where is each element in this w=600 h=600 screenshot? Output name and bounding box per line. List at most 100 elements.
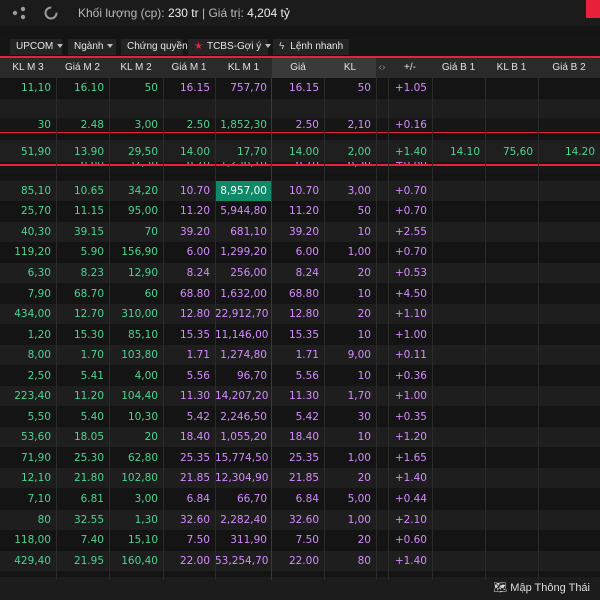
table-cell[interactable]: 39.15 [56, 222, 109, 242]
table-cell[interactable] [376, 530, 388, 550]
table-cell[interactable]: 1,299,20 [215, 242, 272, 262]
table-cell[interactable]: 22,912,70 [215, 304, 272, 324]
table-cell[interactable]: 10 [324, 325, 376, 345]
table-cell[interactable]: 14,207,20 [215, 386, 272, 406]
table-cell[interactable]: 66,70 [215, 489, 272, 509]
column-header[interactable]: Giá M 1 [163, 58, 215, 78]
table-cell[interactable]: 30 [324, 407, 376, 427]
table-cell[interactable] [376, 99, 388, 119]
table-cell[interactable]: 11.30 [163, 386, 215, 406]
table-cell[interactable]: +1.40 [388, 142, 432, 162]
table-cell[interactable]: 1,20 [0, 325, 56, 345]
table-cell[interactable]: +0.70 [388, 242, 432, 262]
table-cell[interactable]: +0.35 [388, 407, 432, 427]
notification-badge[interactable] [586, 0, 600, 18]
table-cell[interactable]: 1,70 [324, 386, 376, 406]
table-cell[interactable]: +1.00 [388, 386, 432, 406]
table-cell[interactable]: 11,10 [0, 78, 56, 98]
table-cell[interactable]: 21.85 [163, 468, 215, 488]
table-cell[interactable]: 8,00 [0, 345, 56, 365]
table-cell[interactable]: 80 [0, 510, 56, 530]
table-cell[interactable] [376, 551, 388, 571]
table-cell[interactable]: +1.05 [388, 78, 432, 98]
table-cell[interactable]: 10 [324, 427, 376, 447]
table-cell[interactable]: 12.80 [272, 304, 324, 324]
share-icon[interactable] [10, 4, 28, 22]
column-header[interactable]: KL M 3 [0, 58, 56, 78]
table-cell[interactable]: 71,90 [0, 448, 56, 468]
table-cell[interactable]: 20 [324, 304, 376, 324]
table-cell[interactable]: 18.40 [272, 427, 324, 447]
table-row[interactable]: 30 2.48 3,00 2.50 1,852,30 2.50 2,10 +0.16 [0, 118, 600, 132]
table-cell[interactable]: +0.11 [388, 345, 432, 365]
table-cell[interactable]: 2,50 [0, 366, 56, 386]
table-cell[interactable]: 37,30 [109, 160, 163, 174]
table-cell[interactable]: +2.10 [388, 510, 432, 530]
table-cell[interactable]: 20 [109, 427, 163, 447]
table-cell[interactable]: 15,774,50 [215, 448, 272, 468]
table-cell[interactable]: 118,00 [0, 530, 56, 550]
table-cell[interactable]: 223,40 [0, 386, 56, 406]
table-row[interactable]: 53,60 18.05 20 18.40 1,055,20 18.40 10 +1.20 [0, 427, 600, 448]
table-cell[interactable]: 434,00 [0, 304, 56, 324]
table-cell[interactable] [376, 510, 388, 530]
table-cell[interactable]: 10.70 [272, 181, 324, 201]
table-cell[interactable]: 53,60 [0, 427, 56, 447]
table-cell[interactable]: 5.42 [272, 407, 324, 427]
table-cell[interactable]: 11.15 [56, 201, 109, 221]
table-row[interactable]: 11,10 16.10 50 16.15 757,70 16.15 50 +1.05 [0, 78, 600, 98]
warrant-tab[interactable]: Chứng quyền [121, 39, 188, 55]
table-cell[interactable]: 1.71 [163, 345, 215, 365]
table-cell[interactable] [538, 160, 600, 174]
table-cell[interactable] [376, 201, 388, 221]
table-cell[interactable]: 8,957,00 [215, 180, 272, 201]
table-cell[interactable]: 1,00 [324, 448, 376, 468]
table-cell[interactable]: 25.35 [272, 448, 324, 468]
table-cell[interactable]: 22.00 [272, 551, 324, 571]
map-button[interactable]: 🗺 Mập Thông Thái [493, 581, 590, 594]
table-cell[interactable] [376, 427, 388, 447]
table-cell[interactable]: 10.70 [163, 181, 215, 201]
table-cell[interactable] [376, 78, 388, 98]
pinned-row[interactable]: 51,90 13.90 29,50 14.00 17,70 14.00 2,00 +1.40 1… [0, 142, 600, 162]
table-cell[interactable]: 68.80 [163, 284, 215, 304]
table-row[interactable]: 118,00 7.40 15,10 7.50 311,90 7.50 20 +0.60 [0, 530, 600, 550]
table-cell[interactable]: 7.50 [163, 530, 215, 550]
table-cell[interactable]: 2.50 [163, 118, 215, 132]
table-cell[interactable]: 429,40 [0, 551, 56, 571]
table-row[interactable]: 71,90 25.30 62,80 25.35 15,774,50 25.35 1,00 +1… [0, 448, 600, 468]
table-cell[interactable]: 1,00 [324, 510, 376, 530]
table-cell[interactable]: 34,20 [109, 181, 163, 201]
table-cell[interactable]: 11.30 [272, 386, 324, 406]
table-cell[interactable]: 10 [324, 222, 376, 242]
table-cell[interactable]: 16.15 [272, 78, 324, 98]
table-cell[interactable]: 681,10 [215, 222, 272, 242]
table-cell[interactable]: 12,10 [0, 468, 56, 488]
table-cell[interactable]: +1.10 [388, 304, 432, 324]
table-row[interactable]: 2,50 5.41 4,00 5.56 96,70 5.56 10 +0.36 [0, 366, 600, 386]
table-cell[interactable]: 62,80 [109, 448, 163, 468]
exchange-dropdown[interactable]: UPCOM [10, 39, 64, 55]
table-cell[interactable]: 21.80 [56, 468, 109, 488]
table-cell[interactable]: 5.42 [163, 407, 215, 427]
table-cell[interactable]: 14.00 [163, 142, 215, 162]
table-cell[interactable] [0, 99, 56, 119]
table-cell[interactable] [272, 99, 324, 119]
table-cell[interactable]: 21.85 [272, 468, 324, 488]
table-cell[interactable]: 10,30 [109, 407, 163, 427]
table-cell[interactable]: 11,146,00 [215, 325, 272, 345]
table-cell[interactable]: 6.00 [272, 242, 324, 262]
table-cell[interactable] [432, 118, 485, 132]
table-cell[interactable]: 2,282,40 [215, 510, 272, 530]
table-row[interactable]: 8,00 1.70 103,80 1.71 1,274,80 1.71 9,00 +0.11 [0, 345, 600, 366]
column-header[interactable]: KL M 2 [109, 58, 163, 78]
table-cell[interactable]: 7,90 [0, 284, 56, 304]
table-cell[interactable]: 2,00 [324, 142, 376, 162]
table-cell[interactable]: 96,70 [215, 366, 272, 386]
table-cell[interactable]: 16.10 [56, 78, 109, 98]
table-cell[interactable] [215, 99, 272, 119]
table-cell[interactable]: 3,00 [109, 118, 163, 132]
table-row[interactable]: 85,10 10.65 34,20 10.70 8,957,00 10.70 3,00 +0.… [0, 180, 600, 201]
table-cell[interactable]: 51,90 [0, 142, 56, 162]
table-cell[interactable]: 6,50 [324, 160, 376, 174]
